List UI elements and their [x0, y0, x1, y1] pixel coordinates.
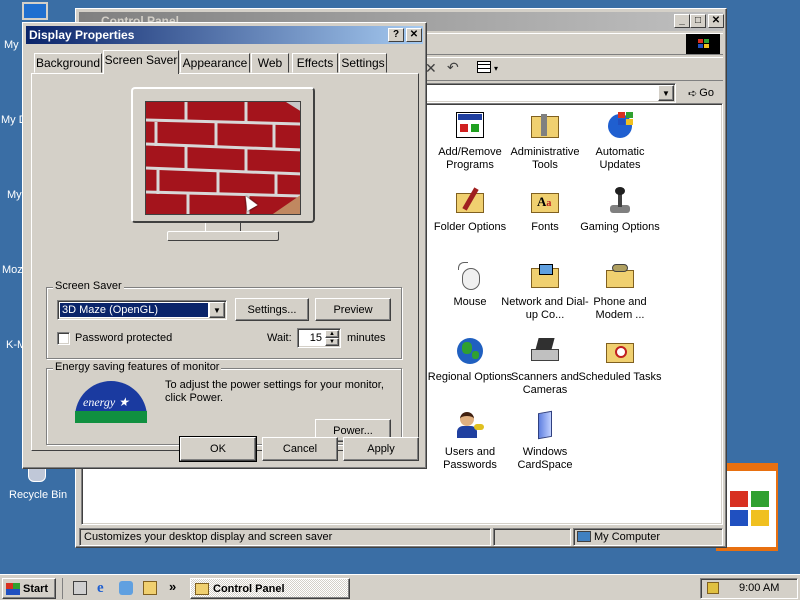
tab-effects[interactable]: Effects [292, 53, 338, 73]
fonts-icon: Aa [529, 185, 561, 217]
wait-input[interactable]: 15 ▲ ▼ [297, 328, 341, 348]
start-button[interactable]: Start [2, 578, 56, 599]
scheduled-tasks-icon [604, 335, 636, 367]
minimize-button[interactable]: _ [674, 14, 690, 28]
cancel-button[interactable]: Cancel [262, 437, 338, 461]
monitor-icon [22, 2, 48, 20]
views-icon[interactable]: ▾ [477, 61, 503, 77]
status-text: Customizes your desktop display and scre… [79, 528, 491, 546]
outlook-icon[interactable] [119, 581, 133, 595]
network-icon [529, 260, 561, 292]
cp-item-phone-modem[interactable]: Phone and Modem ... [576, 260, 664, 322]
go-arrow-icon: ➪ [688, 87, 698, 100]
close-button[interactable]: ✕ [406, 28, 422, 42]
address-field[interactable]: ▼ [424, 83, 676, 103]
cp-item-label: Scheduled Tasks [578, 371, 662, 383]
quick-launch: e » [62, 578, 182, 599]
cp-item-cardspace[interactable]: Windows CardSpace [501, 410, 589, 472]
folder-options-icon [454, 185, 486, 217]
cardspace-icon [529, 410, 561, 442]
screen-saver-preview-screen [145, 101, 301, 215]
phone-modem-icon [604, 260, 636, 292]
globe-icon [454, 335, 486, 367]
go-button[interactable]: ➪ Go [681, 83, 721, 103]
cp-item-label: Phone and Modem ... [593, 296, 647, 321]
undo-icon[interactable]: ↶ [447, 59, 459, 76]
group-label: Screen Saver [53, 280, 124, 292]
dropdown-arrow-icon[interactable]: ▼ [209, 302, 225, 318]
cp-item-scheduled-tasks[interactable]: Scheduled Tasks [576, 335, 664, 384]
windows-flag-icon [6, 582, 20, 595]
status-zone: My Computer [573, 528, 723, 546]
clock[interactable]: 9:00 AM [739, 582, 779, 594]
screen-saver-group: Screen Saver 3D Maze (OpenGL) ▼ Settings… [46, 280, 402, 359]
status-spacer [493, 528, 571, 546]
tab-screen-saver[interactable]: Screen Saver [103, 50, 179, 74]
maximize-button[interactable]: □ [690, 14, 706, 28]
desktop-label-3[interactable]: My [7, 189, 22, 201]
brick-wall-preview [146, 102, 300, 214]
joystick-icon [604, 185, 636, 217]
cp-item-label: Windows CardSpace [517, 446, 573, 471]
energy-text: To adjust the power settings for your mo… [165, 379, 384, 404]
ok-button[interactable]: OK [179, 436, 257, 462]
tab-appearance[interactable]: Appearance [180, 53, 250, 73]
control-panel-icon [195, 582, 209, 595]
tab-settings[interactable]: Settings [339, 53, 387, 73]
display-properties-dialog: Display Properties ? ✕ Background Screen… [22, 22, 427, 469]
tray-icon[interactable] [707, 582, 719, 594]
close-button[interactable]: ✕ [708, 14, 724, 28]
system-tray: 9:00 AM [700, 578, 798, 599]
apply-button[interactable]: Apply [343, 437, 419, 461]
screen-saver-select[interactable]: 3D Maze (OpenGL) ▼ [57, 300, 227, 320]
chevron-icon[interactable]: » [169, 579, 176, 594]
group-label: Energy saving features of monitor [53, 361, 222, 373]
energy-star-icon: energy ★ [75, 381, 147, 423]
password-checkbox[interactable] [57, 332, 70, 345]
explorer-icon[interactable] [143, 581, 157, 595]
show-desktop-icon[interactable] [73, 581, 87, 595]
display-properties-titlebar[interactable]: Display Properties ? ✕ [26, 26, 423, 44]
tab-web[interactable]: Web [251, 53, 289, 73]
status-bar: Customizes your desktop display and scre… [79, 527, 723, 547]
energy-group: Energy saving features of monitor energy… [46, 361, 402, 445]
wait-label: Wait: [267, 332, 292, 344]
cp-item-gaming-options[interactable]: Gaming Options [576, 185, 664, 234]
monitor-preview [131, 87, 315, 245]
scanner-icon [529, 335, 561, 367]
wait-unit: minutes [347, 332, 386, 344]
settings-button[interactable]: Settings... [235, 298, 309, 321]
desktop-icon-my-documents[interactable] [22, 2, 50, 24]
tab-background[interactable]: Background [34, 53, 102, 73]
dialog-title: Display Properties [29, 28, 135, 42]
desktop-label-1[interactable]: My [4, 39, 19, 51]
cp-item-label: Gaming Options [580, 221, 660, 233]
cp-item-automatic-updates[interactable]: Automatic Updates [576, 110, 664, 172]
add-remove-programs-icon [454, 110, 486, 142]
administrative-tools-icon [529, 110, 561, 142]
cp-item-label: Automatic Updates [595, 146, 645, 171]
taskbar-item-control-panel[interactable]: Control Panel [190, 578, 350, 599]
screen-saver-panel: Screen Saver 3D Maze (OpenGL) ▼ Settings… [31, 73, 419, 451]
windows-flag-icon [686, 34, 720, 54]
users-passwords-icon [454, 410, 486, 442]
taskbar: Start e » Control Panel 9:00 AM [0, 574, 800, 600]
password-label[interactable]: Password protected [75, 332, 172, 344]
preview-button[interactable]: Preview [315, 298, 391, 321]
automatic-updates-icon [604, 110, 636, 142]
recycle-bin-label[interactable]: Recycle Bin [9, 489, 67, 501]
address-dropdown-button[interactable]: ▼ [658, 85, 674, 101]
ie-icon[interactable]: e [97, 580, 104, 597]
wait-up-button[interactable]: ▲ [325, 330, 339, 338]
computer-icon [577, 531, 591, 542]
wait-down-button[interactable]: ▼ [325, 338, 339, 346]
screen-saver-selected-value: 3D Maze (OpenGL) [60, 303, 208, 317]
mouse-icon [454, 260, 486, 292]
help-button[interactable]: ? [388, 28, 404, 42]
desktop-label-4[interactable]: Moz [2, 264, 23, 276]
